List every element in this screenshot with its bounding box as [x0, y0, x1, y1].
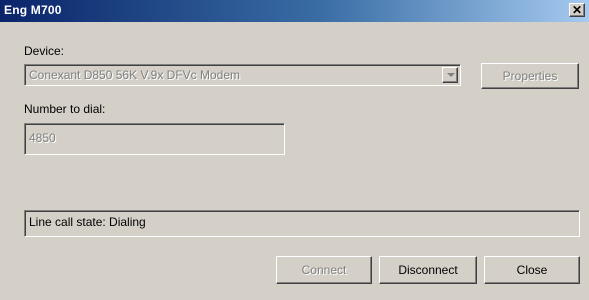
- device-select[interactable]: Conexant D850 56K V.9x DFVc Modem: [24, 64, 461, 86]
- device-label: Device:: [24, 44, 65, 58]
- connect-button[interactable]: Connect: [276, 256, 372, 284]
- dialog-window: Eng M700 ✕ Device: Conexant D850 56K V.9…: [0, 0, 589, 300]
- chevron-down-icon: [447, 73, 455, 77]
- number-to-dial-field[interactable]: 4850: [24, 123, 285, 155]
- device-dropdown-button[interactable]: [442, 67, 458, 83]
- status-box: Line call state: Dialing: [24, 210, 580, 237]
- line-call-state-text: Line call state: Dialing: [29, 215, 146, 229]
- close-window-button[interactable]: ✕: [569, 3, 585, 17]
- number-to-dial-value: 4850: [29, 131, 56, 145]
- title-bar[interactable]: Eng M700 ✕: [0, 0, 589, 22]
- device-select-value: Conexant D850 56K V.9x DFVc Modem: [29, 68, 241, 82]
- close-icon: ✕: [571, 3, 583, 17]
- window-title: Eng M700: [4, 3, 62, 17]
- disconnect-button[interactable]: Disconnect: [379, 256, 477, 284]
- number-label: Number to dial:: [24, 102, 106, 116]
- close-button[interactable]: Close: [484, 256, 580, 284]
- properties-button[interactable]: Properties: [481, 63, 579, 89]
